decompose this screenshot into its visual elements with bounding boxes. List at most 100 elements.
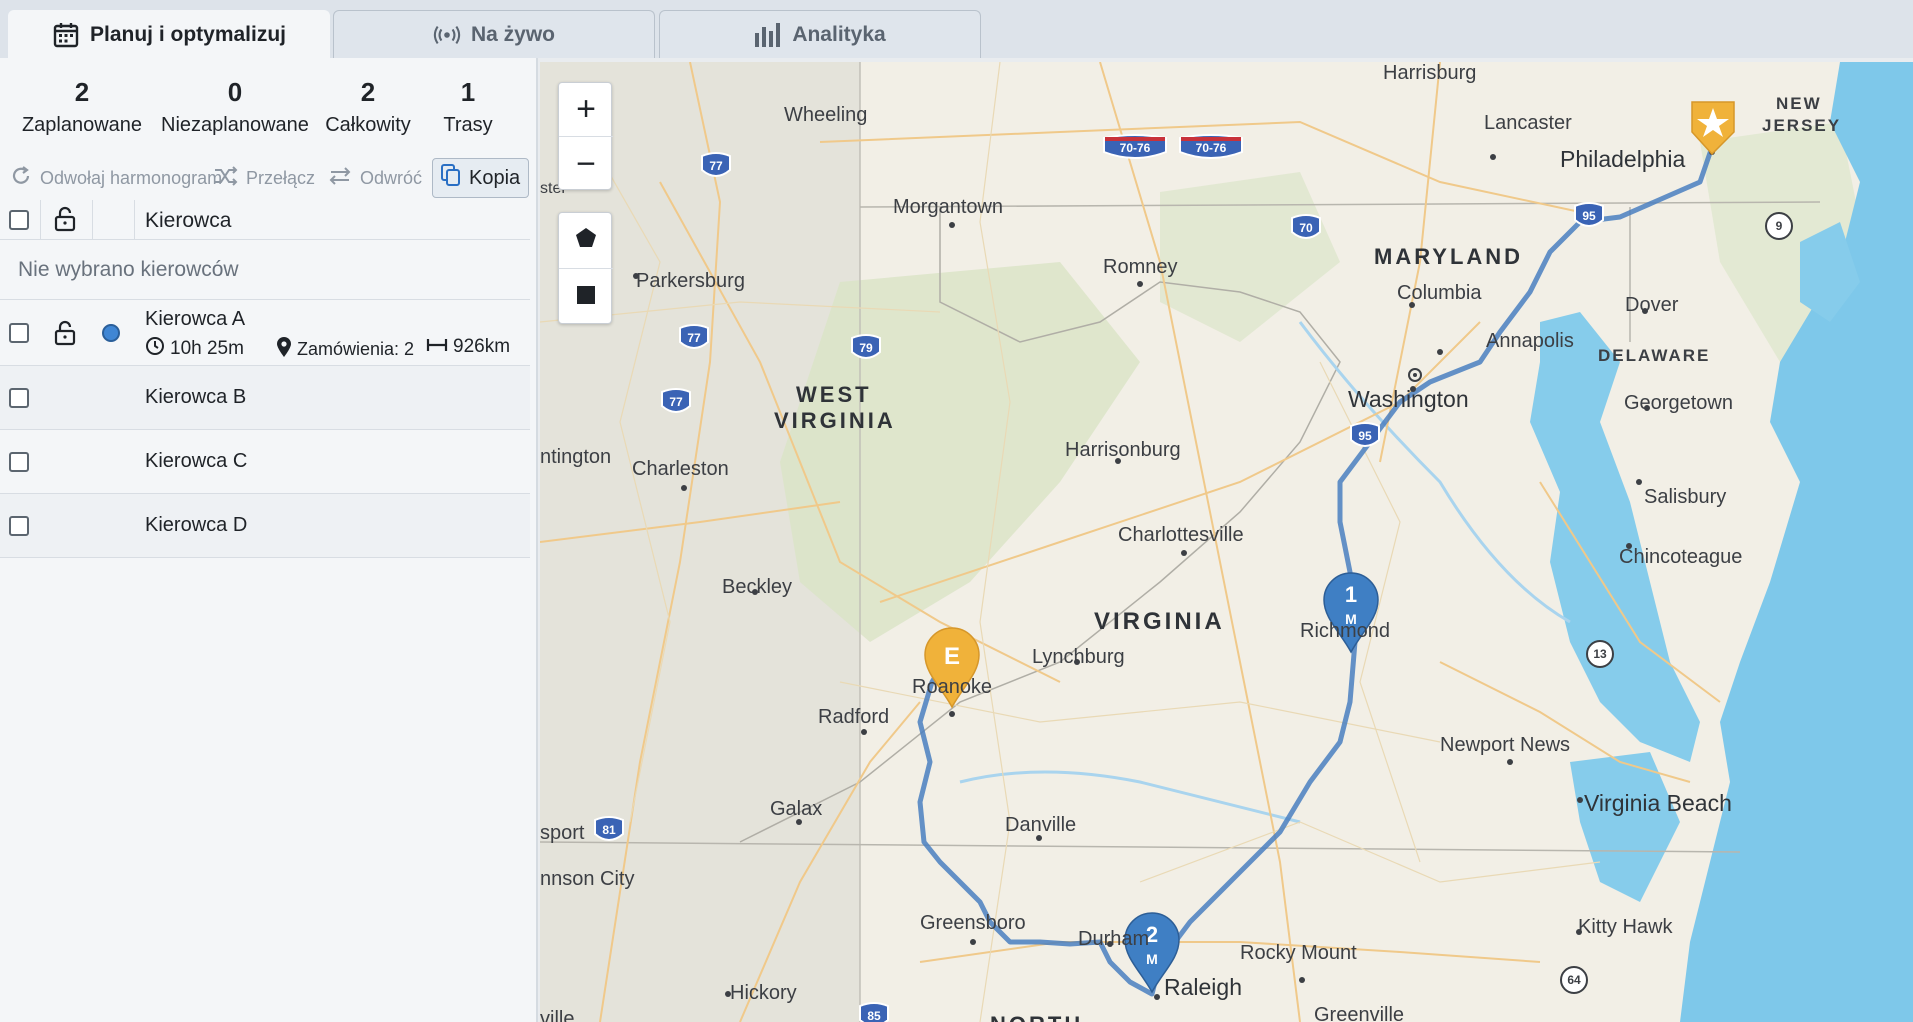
stat-total: 2 Całkowity	[318, 74, 418, 140]
driver-table-header: Kierowca	[0, 200, 530, 240]
driver-color-dot	[102, 324, 120, 342]
stat-value: 0	[227, 77, 243, 107]
city-label: sport	[540, 822, 585, 844]
draw-polygon-button[interactable]	[559, 213, 613, 269]
no-drivers-selected-text: Nie wybrano kierowców	[18, 258, 239, 281]
driver-row[interactable]: Kierowca B	[0, 366, 530, 430]
city-label: Harrisonburg	[1065, 439, 1181, 461]
svg-text:70-76: 70-76	[1196, 141, 1227, 155]
driver-row[interactable]: Kierowca D	[0, 494, 530, 558]
copy-icon	[441, 164, 461, 192]
shuffle-icon	[214, 165, 238, 191]
lock-icon[interactable]	[54, 206, 76, 237]
select-all-checkbox[interactable]	[9, 210, 29, 230]
zoom-out-button[interactable]: −	[559, 137, 613, 191]
route-map[interactable]: 77 70-76 70-76 70 95 9 77 79 77 95 13 81…	[540, 62, 1913, 1022]
city-label: Rocky Mount	[1240, 942, 1357, 964]
tab-plan-optimize[interactable]: Planuj i optymalizuj	[8, 10, 330, 58]
city-label: Wheeling	[784, 104, 868, 126]
tab-live[interactable]: Na żywo	[333, 10, 655, 58]
city-label: Salisbury	[1644, 486, 1727, 508]
svg-text:95: 95	[1582, 209, 1596, 223]
city-label: Romney	[1103, 256, 1178, 278]
driver-name: Kierowca C	[145, 450, 248, 472]
city-label: Charlottesville	[1118, 524, 1244, 546]
tab-label: Na żywo	[470, 22, 556, 46]
stat-label: Niezaplanowane	[161, 114, 309, 136]
location-pin-icon	[276, 336, 292, 363]
city-label: Roanoke	[912, 676, 993, 698]
column-divider	[134, 200, 135, 240]
stat-value: 1	[460, 77, 476, 107]
draw-rectangle-button[interactable]	[559, 269, 613, 325]
switch-label: Przełącz	[246, 167, 316, 188]
driver-checkbox[interactable]	[9, 452, 29, 472]
state-label: VIRGINIA	[1094, 608, 1225, 635]
state-label: NORTH	[990, 1012, 1083, 1022]
city-label: Washington	[1348, 386, 1469, 412]
svg-text:77: 77	[687, 331, 701, 345]
driver-checkbox[interactable]	[9, 323, 29, 343]
tab-label: Analityka	[792, 22, 886, 46]
left-panel: 2 Zaplanowane 0 Niezaplanowane 2 Całkowi…	[0, 58, 538, 1022]
state-label: DELAWARE	[1598, 346, 1711, 365]
driver-orders: Zamówienia: 2	[276, 336, 414, 363]
chesapeake-bay	[1530, 312, 1700, 762]
state-label: JERSEY	[1762, 116, 1842, 135]
city-label: Greenville	[1314, 1004, 1405, 1022]
swap-arrows-icon	[328, 166, 352, 191]
svg-text:E: E	[944, 643, 960, 670]
stat-label: Trasy	[443, 114, 493, 136]
forest-area	[1160, 172, 1340, 342]
city-label: Danville	[1005, 814, 1077, 836]
copy-button[interactable]: Kopia	[432, 158, 530, 198]
distance-icon	[426, 336, 448, 358]
stats-bar: 2 Zaplanowane 0 Niezaplanowane 2 Całkowi…	[0, 74, 538, 154]
action-toolbar: Odwołaj harmonogram Przełącz Odwróć Kopi…	[0, 158, 538, 200]
broadcast-icon	[433, 21, 461, 49]
driver-name: Kierowca B	[145, 386, 247, 408]
city-label: Philadelphia	[1560, 146, 1686, 172]
stat-value: 2	[74, 77, 90, 107]
city-label: Kitty Hawk	[1578, 916, 1673, 938]
stat-routes: 1 Trasy	[428, 74, 508, 140]
driver-checkbox[interactable]	[9, 516, 29, 536]
column-divider	[92, 200, 93, 240]
city-label: Columbia	[1397, 282, 1482, 304]
city-label: Galax	[770, 798, 823, 820]
draw-tools	[558, 212, 613, 325]
zoom-in-button[interactable]: +	[559, 83, 613, 137]
column-divider	[40, 200, 41, 240]
calendar-icon	[52, 21, 80, 49]
unlock-icon[interactable]	[54, 320, 76, 351]
driver-row[interactable]: Kierowca A 10h 25m Zamówienia: 2 926km	[0, 300, 530, 366]
svg-text:13: 13	[1593, 647, 1607, 661]
city-label: Virginia Beach	[1584, 790, 1732, 816]
switch-button[interactable]: Przełącz	[214, 158, 315, 198]
clock-icon	[145, 336, 165, 362]
svg-text:9: 9	[1776, 219, 1783, 233]
svg-text:77: 77	[709, 159, 723, 173]
driver-checkbox[interactable]	[9, 388, 29, 408]
driver-row[interactable]: Kierowca C	[0, 430, 530, 494]
city-label: ville	[540, 1008, 575, 1022]
stat-planned: 2 Zaplanowane	[14, 74, 150, 140]
city-label: Morgantown	[893, 196, 1004, 218]
city-label: Parkersburg	[636, 270, 745, 292]
city-label: Newport News	[1440, 734, 1571, 756]
state-label: NEW	[1776, 94, 1822, 113]
city-label: Radford	[818, 706, 890, 728]
no-drivers-selected-row: Nie wybrano kierowców	[0, 240, 530, 300]
svg-text:95: 95	[1358, 429, 1372, 443]
state-label: VIRGINIA	[774, 408, 896, 433]
cancel-schedule-button[interactable]: Odwołaj harmonogram	[10, 158, 222, 198]
state-label: WEST	[796, 382, 872, 407]
city-label: Chincoteague	[1619, 546, 1743, 568]
reverse-label: Odwróć	[360, 167, 423, 188]
driver-distance: 926km	[426, 336, 510, 358]
tab-analytics[interactable]: Analityka	[659, 10, 981, 58]
cancel-schedule-label: Odwołaj harmonogram	[40, 167, 223, 188]
driver-name: Kierowca A	[145, 308, 246, 330]
reverse-button[interactable]: Odwróć	[328, 158, 422, 198]
city-label: Beckley	[722, 576, 793, 598]
